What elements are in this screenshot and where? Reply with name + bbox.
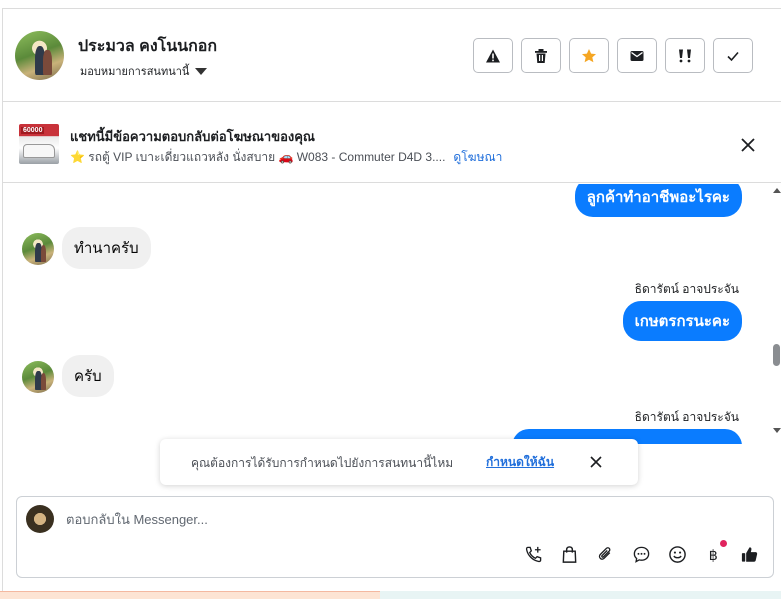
ad-description: ⭐ รถตู้ VIP เบาะเดี่ยวแถวหลัง นั่งสบาย 🚗… [70, 150, 446, 164]
envelope-icon [630, 50, 644, 61]
delete-button[interactable] [521, 38, 561, 73]
contact-avatar[interactable] [15, 31, 64, 80]
close-icon[interactable] [738, 135, 758, 155]
close-icon[interactable] [587, 453, 605, 471]
view-ad-link[interactable]: ดูโฆษณา [453, 148, 502, 167]
ad-reply-banner: 60000 แชทนี้มีข้อความตอบกลับต่อโฆษณาของค… [3, 103, 781, 183]
bottom-strip-left [0, 591, 380, 599]
contact-avatar-small [22, 233, 54, 265]
ad-thumb-badge: 60000 [21, 127, 45, 134]
warning-icon [486, 49, 500, 62]
ad-thumbnail[interactable]: 60000 [19, 124, 59, 164]
mark-unread-button[interactable] [617, 38, 657, 73]
call-add-button[interactable] [523, 544, 543, 564]
conversation-toolbar [473, 38, 753, 73]
saved-replies-button[interactable] [631, 544, 651, 564]
emoji-button[interactable] [667, 544, 687, 564]
assign-to-me-link[interactable]: กำหนดให้ฉัน [486, 453, 554, 472]
svg-text:฿: ฿ [708, 548, 717, 564]
assign-prompt-toast: คุณต้องการได้รับการกำหนดไปยังการสนทนานี้… [160, 439, 638, 485]
message-thread[interactable]: ลูกค้าทำอาชีพอะไรคะ ทำนาครับ ธิดารัตน์ อ… [3, 184, 781, 444]
send-like-button[interactable] [739, 544, 759, 564]
composer-toolbar: ฿ [523, 540, 759, 564]
reply-composer: ฿ [16, 496, 774, 578]
chevron-down-icon [195, 67, 208, 75]
star-button[interactable] [569, 38, 609, 73]
chat-bubble-icon [633, 546, 649, 563]
attachment-button[interactable] [595, 544, 615, 564]
message-bubble-incoming: ทำนาครับ [62, 227, 151, 269]
assign-dropdown[interactable]: มอบหมายการสนทนานี้ [80, 62, 208, 80]
star-icon [582, 48, 596, 62]
ad-banner-subtitle: ⭐ รถตู้ VIP เบาะเดี่ยวแถวหลัง นั่งสบาย 🚗… [70, 148, 502, 167]
check-icon [727, 51, 739, 61]
sender-name: ธิดารัตน์ อาจประจัน [634, 410, 739, 424]
conversation-panel: ประมวล คงโนนกอก มอบหมายการสนทนานี้ 60000… [2, 8, 781, 591]
ad-banner-title: แชทนี้มีข้อความตอบกลับต่อโฆษณาของคุณ [70, 129, 315, 144]
report-spam-button[interactable] [473, 38, 513, 73]
call-add-icon [525, 546, 541, 562]
shopping-bag-icon [562, 545, 576, 563]
contact-name[interactable]: ประมวล คงโนนกอก [78, 34, 217, 59]
message-bubble-outgoing: ลูกค้าทำอาชีพอะไรคะ [574, 184, 742, 217]
thumbs-up-icon [741, 546, 757, 562]
message-bubble-incoming: ครับ [62, 355, 114, 397]
payment-button[interactable]: ฿ [703, 540, 727, 564]
follow-up-button[interactable] [665, 38, 705, 73]
important-icon [679, 49, 691, 62]
thread-scrollbar[interactable] [771, 184, 781, 444]
sender-name: ธิดารัตน์ อาจประจัน [634, 282, 739, 296]
scroll-down-arrow-icon[interactable] [773, 428, 781, 433]
trash-icon [535, 48, 547, 63]
baht-icon: ฿ [708, 548, 717, 564]
reply-input[interactable] [66, 512, 666, 527]
attachment-icon [598, 546, 610, 560]
shopping-bag-button[interactable] [559, 544, 579, 564]
conversation-header: ประมวล คงโนนกอก มอบหมายการสนทนานี้ [3, 9, 781, 102]
page-avatar [26, 505, 54, 533]
notification-dot [720, 540, 727, 547]
emoji-icon [668, 545, 686, 563]
contact-avatar-small [22, 361, 54, 393]
scroll-up-arrow-icon[interactable] [773, 188, 781, 193]
scrollbar-thumb[interactable] [773, 344, 780, 366]
mark-done-button[interactable] [713, 38, 753, 73]
assign-label: มอบหมายการสนทนานี้ [80, 66, 190, 78]
message-bubble-outgoing: เกษตรกรนะคะ [622, 301, 742, 341]
assign-prompt-text: คุณต้องการได้รับการกำหนดไปยังการสนทนานี้… [191, 456, 454, 470]
